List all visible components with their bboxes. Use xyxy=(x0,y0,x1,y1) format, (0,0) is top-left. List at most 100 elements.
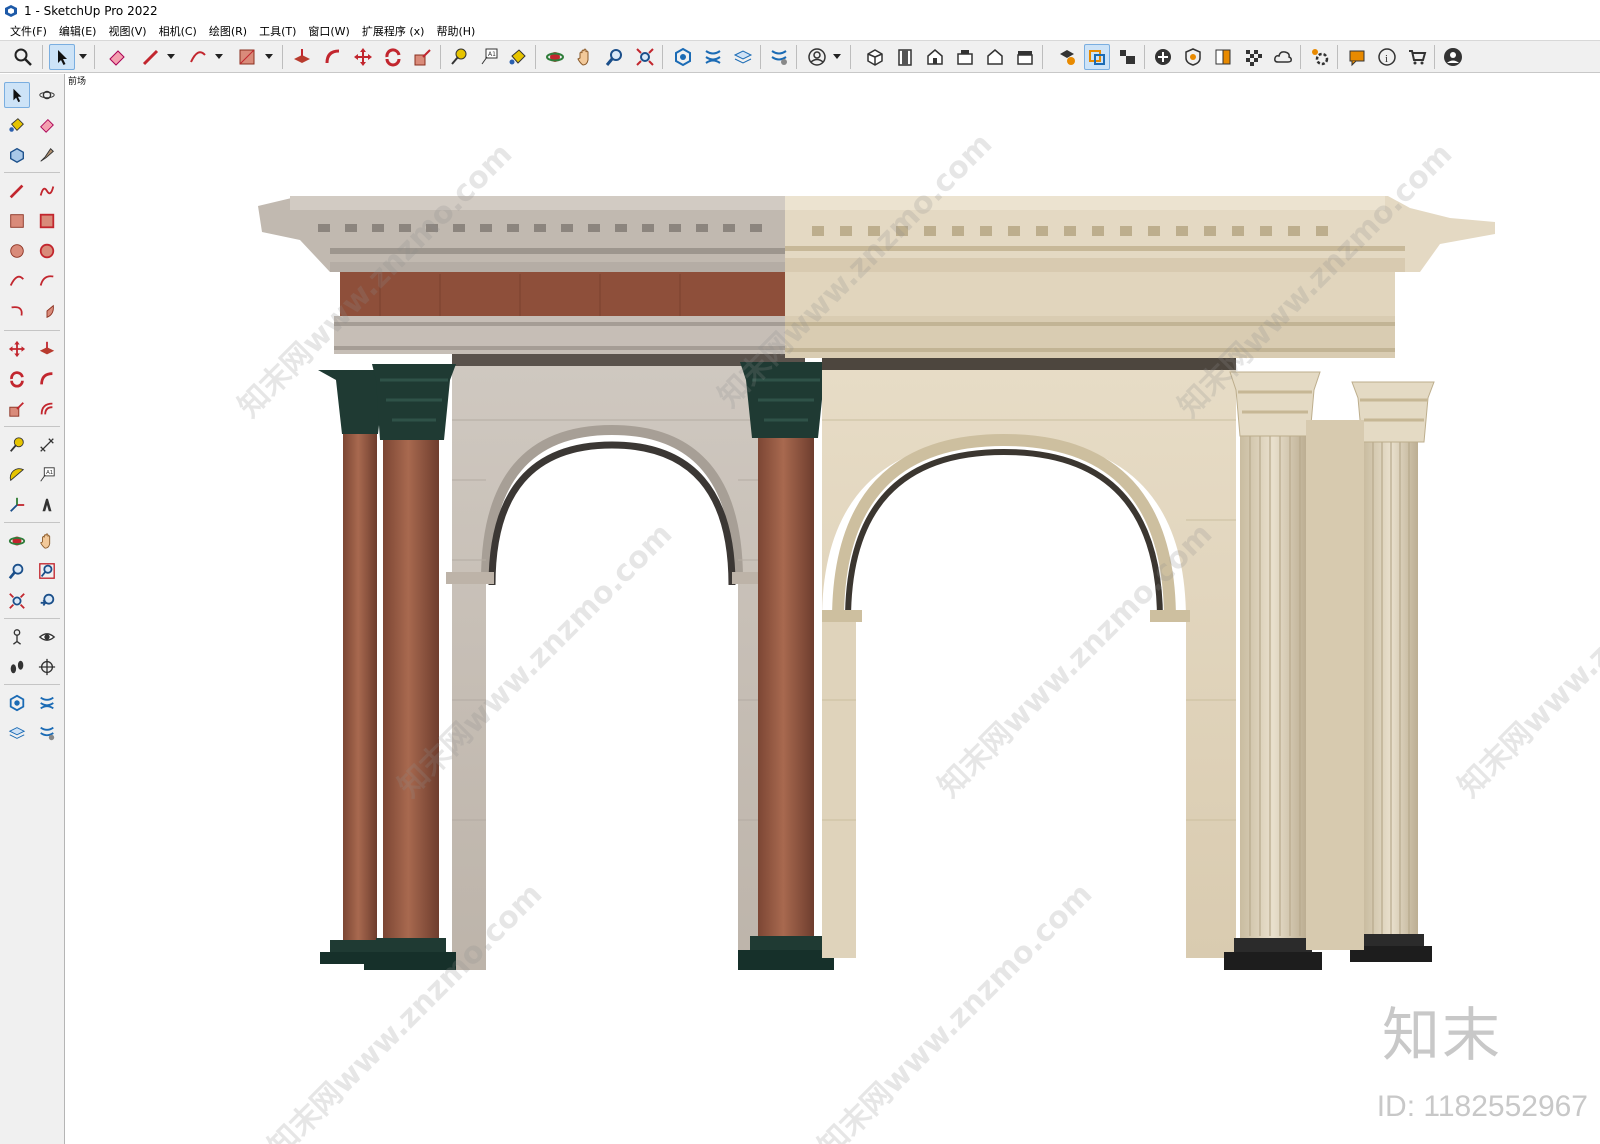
account-icon[interactable] xyxy=(804,44,830,70)
tape-measure-icon[interactable] xyxy=(4,432,30,458)
pan-icon[interactable] xyxy=(34,528,60,554)
select-icon[interactable] xyxy=(4,82,30,108)
rectangle-icon[interactable] xyxy=(4,208,30,234)
message-icon[interactable] xyxy=(1344,44,1370,70)
move-icon[interactable] xyxy=(4,336,30,362)
walk-icon[interactable] xyxy=(4,654,30,680)
checker-icon[interactable] xyxy=(1240,44,1266,70)
warehouse-icon[interactable] xyxy=(4,690,30,716)
paint-bucket-icon[interactable] xyxy=(4,112,30,138)
menu-file[interactable]: 文件(F) xyxy=(4,23,53,39)
select-icon[interactable] xyxy=(49,44,75,70)
scale-icon[interactable] xyxy=(4,396,30,422)
section-cut-icon[interactable] xyxy=(1114,44,1140,70)
follow-me-icon[interactable] xyxy=(34,366,60,392)
rotated-rectangle-icon[interactable] xyxy=(34,208,60,234)
pie-icon[interactable] xyxy=(34,268,60,294)
front-view-icon[interactable] xyxy=(922,44,948,70)
orbit-icon[interactable] xyxy=(34,82,60,108)
menu-view[interactable]: 视图(V) xyxy=(102,23,152,39)
push-pull-icon[interactable] xyxy=(289,44,315,70)
menu-draw[interactable]: 绘图(R) xyxy=(203,23,253,39)
previous-view-icon[interactable] xyxy=(34,588,60,614)
section-fill-icon[interactable] xyxy=(1084,44,1110,70)
eraser-icon[interactable] xyxy=(104,44,130,70)
chevron-down-icon[interactable] xyxy=(264,44,274,70)
chevron-down-icon[interactable] xyxy=(166,44,176,70)
3d-text-icon[interactable] xyxy=(34,492,60,518)
add-icon[interactable] xyxy=(1150,44,1176,70)
menu-tools[interactable]: 工具(T) xyxy=(253,23,302,39)
zoom-icon[interactable] xyxy=(4,558,30,584)
material-icon[interactable] xyxy=(1210,44,1236,70)
tape-measure-icon[interactable] xyxy=(446,44,472,70)
solid-inspector-icon[interactable] xyxy=(1180,44,1206,70)
cart-icon[interactable] xyxy=(1404,44,1430,70)
zoom-extents-icon[interactable] xyxy=(632,44,658,70)
axes-icon[interactable] xyxy=(4,492,30,518)
scale-icon[interactable] xyxy=(410,44,436,70)
push-pull-icon[interactable] xyxy=(34,336,60,362)
section-plane-icon[interactable] xyxy=(1054,44,1080,70)
orbit-icon[interactable] xyxy=(542,44,568,70)
zoom-extents-icon[interactable] xyxy=(4,588,30,614)
chevron-down-icon[interactable] xyxy=(78,44,88,70)
top-view-icon[interactable] xyxy=(892,44,918,70)
move-icon[interactable] xyxy=(350,44,376,70)
model-viewport[interactable]: 前场 知末网www.znzmo.com 知末网www.znzmo.com 知末网… xyxy=(66,74,1600,1144)
line-icon[interactable] xyxy=(4,178,30,204)
arc-icon[interactable] xyxy=(4,268,30,294)
offset-icon[interactable] xyxy=(34,396,60,422)
orbit-icon[interactable] xyxy=(4,528,30,554)
chevron-down-icon[interactable] xyxy=(832,44,842,70)
freehand-icon[interactable] xyxy=(34,178,60,204)
pan-icon[interactable] xyxy=(572,44,598,70)
section-plane-icon[interactable] xyxy=(34,654,60,680)
arc-icon[interactable] xyxy=(185,44,211,70)
menu-window[interactable]: 窗口(W) xyxy=(302,23,355,39)
polygon-icon[interactable] xyxy=(34,238,60,264)
zoom-icon[interactable] xyxy=(602,44,628,70)
rotate-icon[interactable] xyxy=(380,44,406,70)
user-icon[interactable] xyxy=(1440,44,1466,70)
warehouse-icon[interactable] xyxy=(670,44,696,70)
menu-camera[interactable]: 相机(C) xyxy=(153,23,203,39)
extension-warehouse-icon[interactable] xyxy=(34,690,60,716)
cloud-icon[interactable] xyxy=(1270,44,1296,70)
info-icon[interactable]: i xyxy=(1374,44,1400,70)
menu-extensions[interactable]: 扩展程序 (x) xyxy=(356,23,431,39)
chevron-down-icon[interactable] xyxy=(214,44,224,70)
arcade-model[interactable] xyxy=(66,74,1600,1144)
settings-icon[interactable] xyxy=(1307,44,1333,70)
extension-icon[interactable] xyxy=(700,44,726,70)
position-camera-icon[interactable] xyxy=(4,624,30,650)
layers-icon[interactable] xyxy=(730,44,756,70)
search-icon[interactable] xyxy=(10,44,36,70)
look-around-icon[interactable] xyxy=(34,624,60,650)
pie-3pt-icon[interactable] xyxy=(34,298,60,324)
iso-view-icon[interactable] xyxy=(862,44,888,70)
text-icon[interactable]: A1 xyxy=(34,462,60,488)
layers-icon[interactable] xyxy=(4,720,30,746)
right-view-icon[interactable] xyxy=(952,44,978,70)
paint-bucket-icon[interactable] xyxy=(505,44,531,70)
menu-edit[interactable]: 编辑(E) xyxy=(53,23,103,39)
protractor-icon[interactable] xyxy=(4,462,30,488)
tag-icon[interactable] xyxy=(34,142,60,168)
pencil-icon[interactable] xyxy=(138,44,164,70)
arc-3pt-icon[interactable] xyxy=(4,298,30,324)
left-view-icon[interactable] xyxy=(1012,44,1038,70)
styles-icon[interactable] xyxy=(34,720,60,746)
eraser-icon[interactable] xyxy=(34,112,60,138)
rotate-icon[interactable] xyxy=(4,366,30,392)
zoom-window-icon[interactable] xyxy=(34,558,60,584)
rectangle-icon[interactable] xyxy=(234,44,260,70)
circle-icon[interactable] xyxy=(4,238,30,264)
text-icon[interactable]: A1 xyxy=(476,44,502,70)
menu-help[interactable]: 帮助(H) xyxy=(430,23,481,39)
component-icon[interactable] xyxy=(4,142,30,168)
dimension-icon[interactable] xyxy=(34,432,60,458)
back-view-icon[interactable] xyxy=(982,44,1008,70)
styles-icon[interactable] xyxy=(766,44,792,70)
follow-me-icon[interactable] xyxy=(320,44,346,70)
